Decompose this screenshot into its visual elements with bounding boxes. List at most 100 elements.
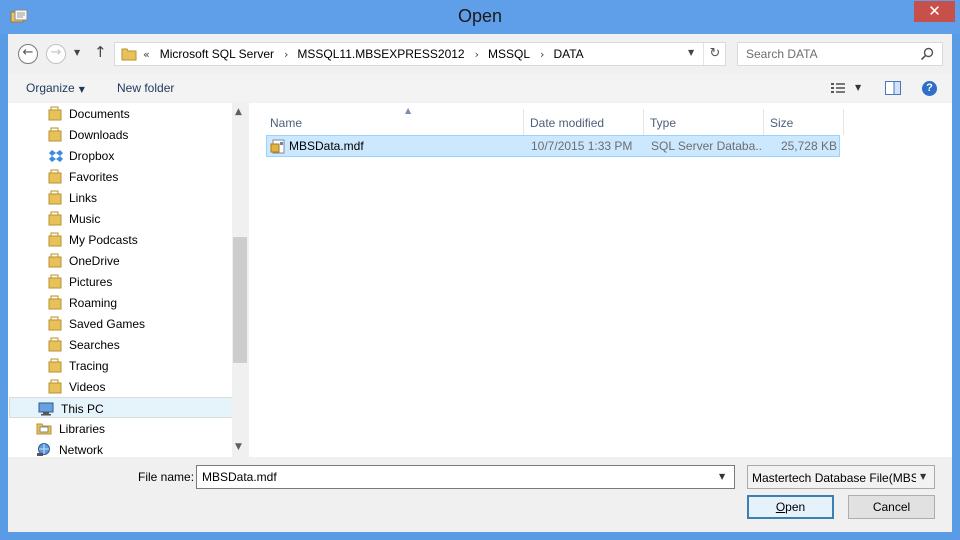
file-type: SQL Server Databa... [651,139,763,153]
nav-item-music[interactable]: Music [8,208,232,229]
nav-item-this-pc[interactable]: This PC [9,397,233,418]
nav-item-pictures[interactable]: Pictures [8,271,232,292]
nav-item-links[interactable]: Links [8,187,232,208]
cancel-button[interactable]: Cancel [848,495,935,519]
nav-item-onedrive[interactable]: OneDrive [8,250,232,271]
column-label: Name [270,116,303,130]
breadcrumb-separator-icon[interactable]: › [475,48,479,61]
recent-locations-dropdown[interactable]: ▼ [74,48,80,57]
chevron-down-icon: ▼ [688,48,695,57]
view-details-icon[interactable] [830,81,846,95]
window-title: Open [457,6,503,26]
navigation-scrollbar[interactable]: ▲ ▼ [232,103,248,457]
nav-item-tracing[interactable]: Tracing [8,355,232,376]
nav-item-videos[interactable]: Videos [8,376,232,397]
address-history-dropdown[interactable]: ▼ [688,48,694,57]
nav-item-label: Music [69,212,101,226]
database-file-icon [270,139,285,154]
nav-item-roaming[interactable]: Roaming [8,292,232,313]
scroll-down-icon[interactable]: ▼ [235,442,242,452]
nav-item-downloads[interactable]: Downloads [8,124,232,145]
sort-ascending-icon: ▲ [405,106,412,115]
nav-item-label: Downloads [69,128,129,142]
nav-item-searches[interactable]: Searches [8,334,232,355]
nav-item-label: Libraries [59,422,106,436]
refresh-button[interactable]: ↻ [703,43,726,65]
breadcrumb-item[interactable]: Microsoft SQL Server [160,47,274,61]
breadcrumb-separator-icon[interactable]: › [284,48,288,61]
chevron-down-icon[interactable]: ▼ [719,472,725,481]
nav-item-label: Videos [69,380,106,394]
downloads-folder-icon [48,127,62,142]
title-bar[interactable]: Open ✕ [0,0,960,34]
navigation-pane[interactable]: Documents Downloads Dropbox Favorites Links M… [8,103,248,457]
videos-folder-icon [48,379,62,394]
new-folder-button[interactable]: New folder [117,81,174,95]
arrow-left-icon: ← [22,45,34,60]
forward-button[interactable]: → [46,44,66,64]
breadcrumb-separator-icon[interactable]: › [540,48,544,61]
this-pc-icon [38,402,54,416]
address-bar[interactable]: « Microsoft SQL Server › MSSQL11.MBSEXPR… [114,42,726,66]
nav-item-documents[interactable]: Documents [8,103,232,124]
file-name-label: File name: [138,470,195,484]
nav-item-dropbox[interactable]: Dropbox [8,145,232,166]
network-icon [37,443,50,456]
music-folder-icon [48,211,62,226]
nav-item-libraries[interactable]: Libraries [8,418,232,439]
help-icon[interactable]: ? [922,81,937,96]
libraries-icon [36,423,52,435]
open-dialog-window: Open ✕ ← → ▼ ↑ « Microsoft SQL Server › … [0,0,960,540]
column-divider[interactable] [843,109,844,135]
nav-item-network[interactable]: Network [8,439,232,457]
nav-item-label: Pictures [69,275,113,289]
nav-item-label: Roaming [69,296,118,310]
searches-folder-icon [48,337,62,352]
podcasts-folder-icon [48,232,62,247]
column-label: Date modified [530,116,605,130]
breadcrumb-item[interactable]: MSSQL11.MBSEXPRESS2012 [297,47,464,61]
chevron-down-icon: ▼ [920,472,927,481]
breadcrumb-item[interactable]: MSSQL [488,47,530,61]
column-header-date-modified[interactable]: Date modified [523,109,643,135]
up-button[interactable]: ↑ [94,43,107,61]
nav-item-label: Dropbox [69,149,115,163]
organize-label: Organize [26,81,75,95]
arrow-right-icon: → [50,45,62,60]
open-button-accesskey: O [775,500,786,514]
folder-icon [121,48,137,61]
back-button[interactable]: ← [18,44,38,64]
view-options-dropdown[interactable]: ▼ [855,83,861,92]
file-type-filter-select[interactable]: Mastertech Database File(MBSD ▼ [747,465,935,489]
folder-icon [48,295,62,310]
chevron-down-icon: ▼ [855,83,862,92]
breadcrumb-overflow-icon[interactable]: « [143,48,150,61]
file-name-input[interactable] [197,466,712,488]
file-size: 25,728 KB [780,139,837,153]
nav-item-favorites[interactable]: Favorites [8,166,232,187]
dropbox-icon [49,150,63,162]
search-box[interactable] [737,42,943,66]
breadcrumb: « Microsoft SQL Server › MSSQL11.MBSEXPR… [139,47,584,61]
nav-item-label: Favorites [69,170,119,184]
column-header-type[interactable]: Type [643,109,763,135]
folder-icon [48,358,62,373]
preview-pane-icon[interactable] [885,81,901,95]
close-icon: ✕ [928,2,941,20]
breadcrumb-item[interactable]: DATA [553,47,583,61]
close-button[interactable]: ✕ [914,1,955,22]
scroll-up-icon[interactable]: ▲ [235,107,242,117]
scrollbar-thumb[interactable] [233,237,247,363]
nav-item-my-podcasts[interactable]: My Podcasts [8,229,232,250]
documents-folder-icon [48,106,62,121]
file-list-pane[interactable]: ▲ Name Date modified Type Size MBSData.m… [249,103,952,457]
file-name-combobox[interactable]: ▼ [196,465,735,489]
open-button[interactable]: Open [747,495,834,519]
column-header-name[interactable]: ▲ Name [263,106,524,135]
column-header-size[interactable]: Size [763,109,843,135]
nav-item-saved-games[interactable]: Saved Games [8,313,232,334]
search-input[interactable] [738,43,918,65]
nav-item-label: OneDrive [69,254,120,268]
organize-button[interactable]: Organize ▼ [26,81,85,95]
file-row[interactable]: MBSData.mdf 10/7/2015 1:33 PM SQL Server… [266,135,840,157]
